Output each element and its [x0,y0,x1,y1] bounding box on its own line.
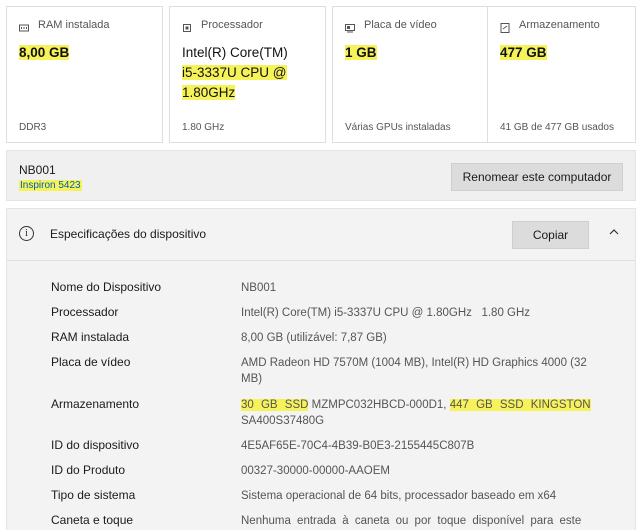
storage-card-value: 477 GB [500,45,547,60]
processor-card-label: Processador [201,19,263,31]
gpu-card: Placa de vídeo 1 GB Várias GPUs instalad… [332,6,489,143]
gpu-card-label: Placa de vídeo [364,19,437,31]
processor-icon [182,20,192,32]
info-icon: i [19,226,34,241]
ram-card: RAM instalada 8,00 GB DDR3 [6,6,163,143]
spec-row-device-name: Nome do Dispositivo NB001 [51,280,277,294]
storage-icon [500,20,510,33]
ram-icon [19,20,29,32]
storage-card: Armazenamento 477 GB 41 GB de 477 GB usa… [487,6,636,143]
spec-row-storage: Armazenamento 30 GB SSD MZMPC032HBCD-000… [51,397,591,427]
ram-card-label: RAM instalada [38,19,110,31]
device-name: NB001 [19,163,56,177]
ram-card-value: 8,00 GB [19,45,70,60]
spec-row-processor: Processador Intel(R) Core(TM) i5-3337U C… [51,305,531,319]
ram-card-footer: DDR3 [19,122,47,133]
rename-computer-button[interactable]: Renomear este computador [451,163,623,191]
device-name-bar: NB001 Inspiron 5423 Renomear este comput… [6,150,636,201]
copy-button[interactable]: Copiar [512,221,589,249]
spec-row-ram: RAM instalada 8,00 GB (utilizável: 7,87 … [51,330,387,344]
spec-row-product-id: ID do Produto 00327-30000-00000-AAOEM [51,463,390,477]
gpu-icon [345,20,355,33]
spec-row-gpu: Placa de vídeo AMD Radeon HD 7570M (1004… [51,355,587,385]
gpu-card-footer: Várias GPUs instaladas [345,122,451,133]
spec-row-system-type: Tipo de sistema Sistema operacional de 6… [51,488,557,502]
device-specs-header[interactable]: i Especificações do dispositivo Copiar [7,209,635,261]
chevron-up-icon[interactable] [607,225,621,239]
processor-card-footer: 1.80 GHz [182,122,225,133]
storage-card-label: Armazenamento [519,19,600,31]
device-model: Inspiron 5423 [19,180,82,191]
storage-card-footer: 41 GB de 477 GB usados [500,122,614,133]
device-specs-title: Especificações do dispositivo [50,227,207,241]
spec-row-pen-touch: Caneta e toque Nenhuma entrada à caneta … [51,513,582,527]
processor-card: Processador Intel(R) Core(TM) i5-3337U C… [169,6,326,143]
device-specs-panel: i Especificações do dispositivo Copiar N… [6,208,636,530]
gpu-card-value: 1 GB [345,45,377,60]
processor-card-value: Intel(R) Core(TM) i5-3337U CPU @ 1.80GHz [182,45,288,100]
spec-row-device-id: ID do dispositivo 4E5AF65E-70C4-4B39-B0E… [51,438,475,452]
